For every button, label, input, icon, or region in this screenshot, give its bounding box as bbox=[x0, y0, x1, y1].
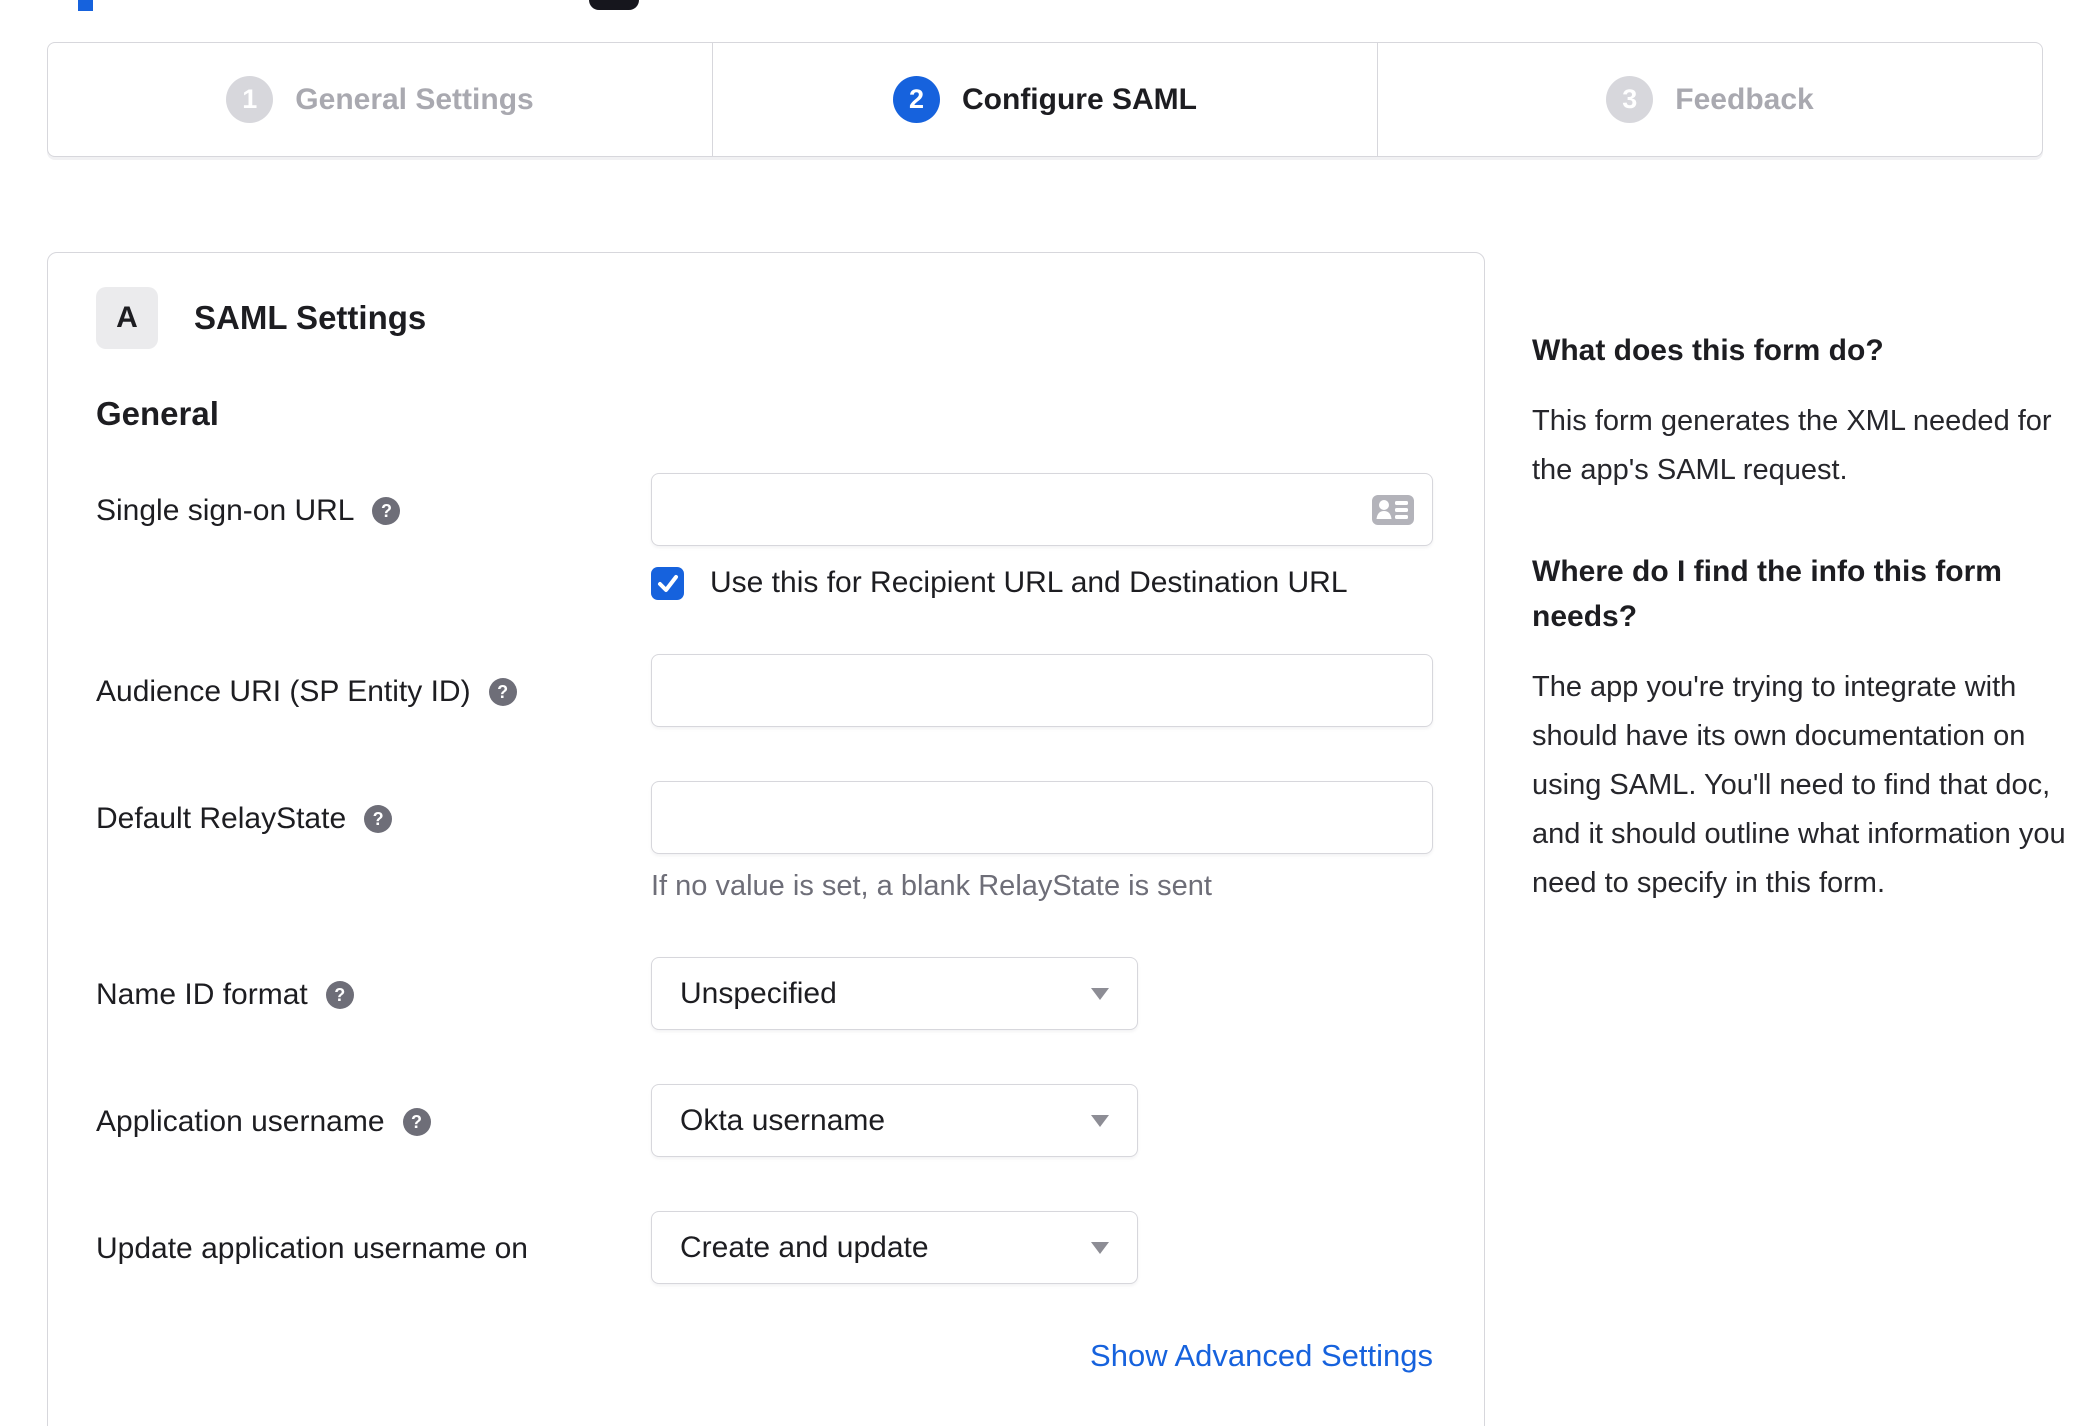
relay-state-helper-text: If no value is set, a blank RelayState i… bbox=[651, 870, 1212, 902]
wizard-stepper: 1 General Settings 2 Configure SAML 3 Fe… bbox=[47, 42, 2043, 157]
general-section-heading: General bbox=[96, 395, 219, 432]
update-username-label: Update application username on bbox=[96, 1232, 528, 1265]
application-username-label: Application username bbox=[96, 1105, 385, 1138]
chevron-down-icon bbox=[1091, 1241, 1109, 1254]
step-feedback[interactable]: 3 Feedback bbox=[1377, 43, 2042, 156]
cutoff-dark-fragment bbox=[589, 0, 639, 10]
step-general-settings[interactable]: 1 General Settings bbox=[48, 43, 712, 156]
sso-url-input[interactable] bbox=[651, 473, 1433, 546]
help-icon[interactable]: ? bbox=[372, 497, 401, 525]
name-id-format-control: Unspecified bbox=[651, 957, 1436, 1030]
step-2-circle: 2 bbox=[893, 76, 940, 123]
cutoff-blue-fragment bbox=[78, 0, 93, 11]
name-id-format-value: Unspecified bbox=[680, 976, 837, 1010]
update-username-select[interactable]: Create and update bbox=[651, 1211, 1138, 1284]
audience-uri-label-wrap: Audience URI (SP Entity ID) ? bbox=[96, 654, 651, 727]
advanced-settings-row: Show Advanced Settings bbox=[96, 1338, 1433, 1374]
application-username-value: Okta username bbox=[680, 1103, 886, 1137]
update-username-row: Update application username on Create an… bbox=[96, 1211, 1436, 1284]
relay-state-row: Default RelayState ? If no value is set,… bbox=[96, 781, 1436, 903]
relay-state-input[interactable] bbox=[651, 781, 1433, 854]
step-1-number: 1 bbox=[242, 84, 258, 114]
step-3-label: Feedback bbox=[1675, 82, 1814, 116]
help-answer-2: The app you're trying to integrate with … bbox=[1532, 671, 2066, 899]
sso-url-row: Single sign-on URL ? Use this for Recipi… bbox=[96, 473, 1436, 600]
audience-uri-input[interactable] bbox=[651, 654, 1433, 727]
panel-header: A SAML Settings bbox=[96, 287, 1436, 349]
audience-uri-label: Audience URI (SP Entity ID) bbox=[96, 675, 471, 708]
name-id-format-label: Name ID format bbox=[96, 978, 308, 1011]
recipient-url-checkbox[interactable] bbox=[651, 566, 684, 600]
relay-state-control: If no value is set, a blank RelayState i… bbox=[651, 781, 1436, 903]
badge-letter: A bbox=[116, 301, 138, 334]
help-question-2: Where do I find the info this form needs… bbox=[1532, 555, 2002, 633]
saml-settings-panel: A SAML Settings General Single sign-on U… bbox=[47, 252, 1485, 1426]
audience-uri-control bbox=[651, 654, 1436, 727]
step-2-label: Configure SAML bbox=[962, 82, 1197, 116]
recipient-url-checkbox-row: Use this for Recipient URL and Destinati… bbox=[651, 566, 1436, 600]
step-configure-saml[interactable]: 2 Configure SAML bbox=[712, 43, 1377, 156]
step-2-number: 2 bbox=[908, 84, 925, 114]
help-icon[interactable]: ? bbox=[488, 678, 517, 706]
help-icon[interactable]: ? bbox=[364, 805, 393, 833]
name-id-format-select[interactable]: Unspecified bbox=[651, 957, 1138, 1030]
step-1-circle: 1 bbox=[226, 76, 274, 123]
application-username-select[interactable]: Okta username bbox=[651, 1084, 1138, 1157]
update-username-value: Create and update bbox=[680, 1230, 929, 1264]
application-username-row: Application username ? Okta username bbox=[96, 1084, 1436, 1157]
recipient-url-checkbox-label: Use this for Recipient URL and Destinati… bbox=[710, 566, 1348, 599]
update-username-label-wrap: Update application username on bbox=[96, 1211, 651, 1284]
chevron-down-icon bbox=[1091, 1114, 1109, 1127]
relay-state-label-wrap: Default RelayState ? bbox=[96, 781, 651, 903]
audience-uri-row: Audience URI (SP Entity ID) ? bbox=[96, 654, 1436, 727]
step-1-label: General Settings bbox=[295, 82, 534, 116]
step-3-circle: 3 bbox=[1606, 76, 1654, 123]
sso-url-control: Use this for Recipient URL and Destinati… bbox=[651, 473, 1436, 600]
chevron-down-icon bbox=[1091, 987, 1109, 1000]
show-advanced-settings-link[interactable]: Show Advanced Settings bbox=[1090, 1338, 1433, 1373]
section-a-badge: A bbox=[96, 287, 158, 349]
step-3-number: 3 bbox=[1622, 84, 1638, 114]
saml-config-page: 1 General Settings 2 Configure SAML 3 Fe… bbox=[0, 0, 2092, 1426]
help-answer-1: This form generates the XML needed for t… bbox=[1532, 405, 2052, 486]
application-username-label-wrap: Application username ? bbox=[96, 1084, 651, 1157]
help-sidebar: What does this form do? This form genera… bbox=[1532, 328, 2092, 908]
update-username-control: Create and update bbox=[651, 1211, 1436, 1284]
relay-state-label: Default RelayState bbox=[96, 802, 347, 835]
name-id-format-row: Name ID format ? Unspecified bbox=[96, 957, 1436, 1030]
panel-title: SAML Settings bbox=[194, 299, 427, 336]
name-id-format-label-wrap: Name ID format ? bbox=[96, 957, 651, 1030]
help-icon[interactable]: ? bbox=[325, 981, 354, 1009]
help-icon[interactable]: ? bbox=[402, 1108, 431, 1136]
saml-form: Single sign-on URL ? Use this for Recipi… bbox=[96, 473, 1436, 1374]
contact-card-icon bbox=[1371, 492, 1415, 533]
sso-url-label-wrap: Single sign-on URL ? bbox=[96, 473, 651, 600]
sso-url-label: Single sign-on URL bbox=[96, 494, 355, 527]
application-username-control: Okta username bbox=[651, 1084, 1436, 1157]
help-question-1: What does this form do? bbox=[1532, 334, 1884, 367]
